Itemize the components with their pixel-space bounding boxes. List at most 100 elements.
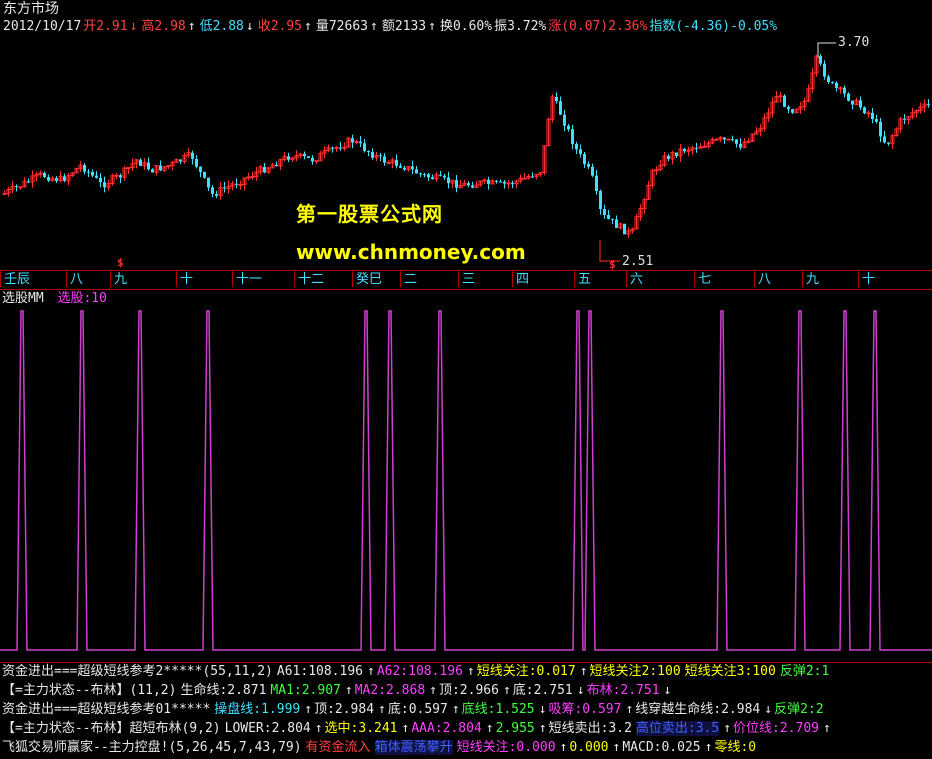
- candlestick: [242, 177, 247, 191]
- candlestick: [506, 179, 511, 189]
- candlestick: [126, 166, 131, 174]
- candlestick: [15, 184, 18, 192]
- candlestick: [151, 168, 154, 173]
- candlestick: [199, 166, 202, 178]
- candlestick: [495, 179, 498, 184]
- indicator-readout-value: 短线关注3:100: [684, 664, 776, 679]
- candlestick: [203, 171, 206, 179]
- indicator-readout-value: ↑: [314, 721, 323, 736]
- indicator-readout-value: 短线关注2:100: [589, 664, 681, 679]
- indicator-readout-value: ↓: [663, 683, 672, 698]
- candlestick: [698, 143, 703, 149]
- candlestick: [95, 171, 98, 179]
- indicator-readout-value: 底:2.751: [512, 683, 573, 698]
- indicator-readout-value: 线穿越生命线:2.984: [635, 702, 761, 717]
- candlestick: [427, 172, 430, 181]
- indicator-readout-value: ↑: [704, 740, 713, 755]
- date-axis-label: 五: [578, 272, 592, 287]
- candlestick: [331, 146, 334, 153]
- candlestick: [810, 68, 815, 93]
- date-axis-label: 三: [462, 272, 476, 287]
- candlestick: [322, 146, 327, 159]
- indicator-readout-row: 资金进出===超级短线参考2*****(55,11,2) A61:108.196 ↑…: [2, 663, 833, 681]
- candlestick: [758, 124, 763, 137]
- date-axis-label: 六: [630, 272, 644, 287]
- candlestick: [91, 169, 94, 178]
- candlestick: [718, 135, 723, 143]
- indicator-readout-value: ↑: [502, 683, 511, 698]
- candlestick: [186, 148, 191, 159]
- candlestick: [298, 152, 303, 159]
- candlestick: [346, 136, 351, 148]
- kline-chart[interactable]: [0, 0, 932, 759]
- indicator-readout-value: 反弹2:2: [774, 702, 824, 717]
- candlestick: [571, 125, 574, 150]
- candlestick: [339, 141, 342, 151]
- indicator-readout-value: ↑: [625, 702, 634, 717]
- candlestick: [238, 180, 243, 190]
- candlestick: [58, 170, 63, 183]
- indicator-readout-value: 价位线:2.709: [733, 721, 820, 736]
- candlestick: [450, 179, 455, 189]
- candlestick: [50, 176, 55, 182]
- candlestick: [106, 179, 111, 191]
- axis-tick: [626, 271, 627, 287]
- candlestick: [287, 152, 290, 163]
- candlestick: [831, 81, 834, 84]
- axis-tick: [802, 271, 803, 287]
- candlestick: [854, 97, 859, 106]
- candlestick: [875, 114, 878, 124]
- candlestick: [282, 151, 287, 162]
- indicator-readout-value: 生命线:2.871: [180, 683, 267, 698]
- candlestick: [207, 177, 210, 192]
- candlestick: [559, 96, 562, 116]
- candlestick: [735, 139, 738, 148]
- candlestick: [914, 109, 919, 118]
- candlestick: [814, 54, 819, 77]
- indicator-name[interactable]: 选股MM: [2, 291, 44, 306]
- candlestick: [114, 172, 119, 180]
- candlestick: [514, 179, 519, 189]
- candlestick: [922, 99, 927, 113]
- indicator-readout-value: ↑: [429, 683, 437, 698]
- indicator-readout-value: ↑: [304, 702, 313, 717]
- candlestick: [650, 168, 655, 189]
- candlestick: [595, 169, 598, 195]
- candlestick: [246, 173, 251, 181]
- candlestick: [83, 163, 86, 175]
- candlestick: [55, 176, 58, 184]
- candlestick: [195, 155, 198, 169]
- indicator-readout-value: 【=主力状态--布林】超短布林(9,2): [2, 721, 221, 736]
- indicator-readout-value: MACD:0.025: [622, 740, 701, 755]
- candlestick: [434, 171, 439, 182]
- candlestick: [66, 173, 71, 186]
- candlestick: [678, 144, 683, 163]
- candlestick: [863, 106, 866, 115]
- axis-tick: [294, 271, 295, 287]
- indicator-readout-value: 短线关注:0.000: [456, 740, 556, 755]
- indicator-readout-value: 2.955: [495, 721, 535, 736]
- indicator-readout-value: ↑: [538, 721, 547, 736]
- candlestick: [859, 96, 862, 110]
- date-axis-label: 十: [180, 272, 194, 287]
- candlestick: [87, 169, 90, 177]
- candlestick: [122, 165, 127, 181]
- watermark-url: www.chnmoney.com: [296, 240, 526, 264]
- candlestick: [142, 158, 147, 171]
- candlestick: [235, 178, 238, 189]
- indicator-readout-value: 选中:3.241: [324, 721, 398, 736]
- candlestick: [583, 151, 586, 168]
- candlestick: [18, 186, 23, 190]
- candlestick: [898, 117, 903, 133]
- candlestick: [706, 140, 711, 149]
- candlestick: [607, 209, 610, 220]
- candlestick: [63, 173, 66, 183]
- candlestick: [38, 170, 43, 178]
- candlestick: [750, 133, 755, 143]
- axis-tick: [754, 271, 755, 287]
- candlestick: [806, 84, 811, 103]
- indicator-value: 选股:10: [57, 291, 107, 306]
- candlestick: [526, 173, 531, 180]
- candlestick: [511, 180, 514, 189]
- candlestick: [367, 150, 370, 157]
